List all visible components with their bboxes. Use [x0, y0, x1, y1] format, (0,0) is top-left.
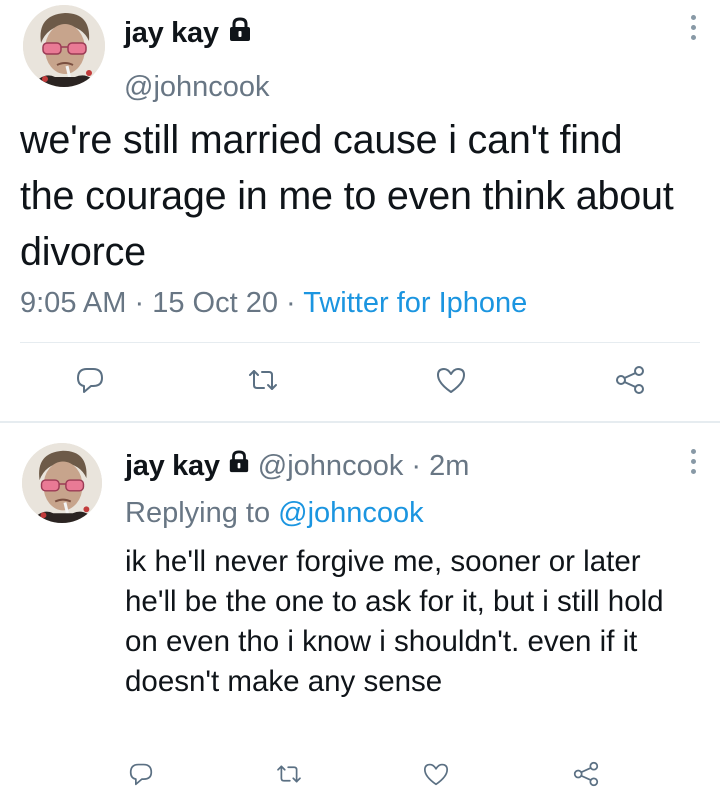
like-button[interactable]	[418, 758, 454, 790]
retweet-button[interactable]	[271, 758, 307, 790]
divider	[0, 421, 720, 423]
share-icon	[573, 761, 599, 787]
display-name-text: jay kay	[124, 17, 219, 49]
display-name[interactable]: jay kay	[124, 15, 252, 51]
meta-separator: ·	[134, 287, 145, 319]
avatar[interactable]	[23, 5, 105, 87]
like-button[interactable]	[431, 360, 471, 400]
share-button[interactable]	[610, 360, 650, 400]
retweet-icon	[249, 370, 277, 390]
replying-to: Replying to @johncook	[125, 495, 424, 531]
meta-separator: ·	[411, 450, 422, 482]
avatar-image	[23, 5, 105, 87]
heart-icon	[424, 763, 448, 786]
reply-icon	[129, 763, 153, 786]
lock-icon	[229, 450, 248, 473]
handle[interactable]: @johncook	[258, 450, 404, 482]
retweet-icon	[277, 765, 301, 783]
more-vertical-icon[interactable]	[686, 449, 700, 475]
handle[interactable]: @johncook	[124, 69, 270, 105]
reply-button[interactable]	[72, 360, 108, 400]
lock-icon	[230, 17, 251, 41]
reply-text: ik he'll never forgive me, sooner or lat…	[125, 545, 664, 698]
more-vertical-icon[interactable]	[686, 15, 700, 41]
tweet-text: we're still married cause i can't find t…	[20, 118, 674, 274]
replying-to-link[interactable]: @johncook	[278, 497, 424, 529]
heart-icon	[437, 368, 465, 393]
share-icon	[616, 366, 644, 394]
avatar-image	[22, 443, 102, 523]
tweet-meta: 9:05 AM · 15 Oct 20 · Twitter for Iphone	[20, 284, 527, 322]
share-button[interactable]	[568, 758, 604, 790]
tweet-date: 15 Oct 20	[152, 287, 278, 319]
replying-prefix: Replying to	[125, 497, 271, 529]
display-name-text[interactable]: jay kay	[125, 450, 220, 482]
meta-separator: ·	[286, 287, 296, 319]
reply-button[interactable]	[124, 758, 158, 790]
avatar[interactable]	[22, 443, 102, 523]
reply-age: 2m	[429, 450, 470, 482]
reply-header: jay kay @johncook · 2m	[125, 448, 469, 484]
tweet-source-link[interactable]: Twitter for Iphone	[303, 287, 527, 319]
reply-icon	[77, 368, 103, 393]
divider	[20, 342, 700, 343]
tweet-time: 9:05 AM	[20, 287, 127, 319]
retweet-button[interactable]	[243, 360, 283, 400]
